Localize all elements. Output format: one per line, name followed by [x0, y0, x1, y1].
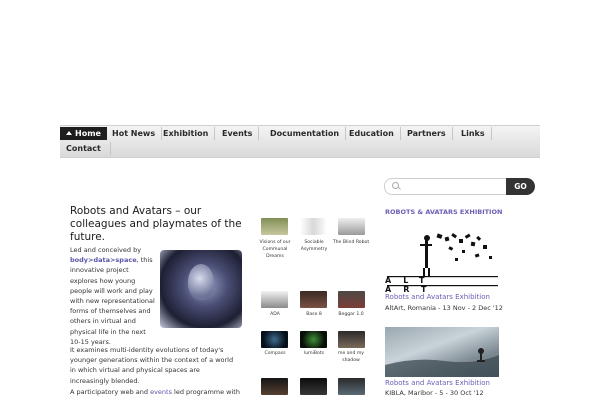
- thumb-row4-c[interactable]: [338, 378, 365, 395]
- thumb-lumibots[interactable]: [300, 331, 327, 348]
- nav-item-links[interactable]: Links: [455, 127, 492, 140]
- thumb-sociable[interactable]: [300, 218, 327, 235]
- thumb-caption[interactable]: ADA: [255, 311, 295, 318]
- sidebar-heading: ROBOTS & AVATARS EXHIBITION: [385, 208, 503, 216]
- main-nav: Home Hot News Exhibition Events Document…: [60, 125, 540, 158]
- search-input[interactable]: [384, 178, 508, 195]
- go-button[interactable]: GO: [506, 178, 535, 195]
- altart-exhibition-image[interactable]: ALT ART: [385, 230, 500, 294]
- nav-item-education[interactable]: Education: [343, 127, 401, 140]
- home-icon: [66, 131, 72, 135]
- nav-item-events[interactable]: Events: [216, 127, 260, 140]
- thumb-caption[interactable]: Base 8: [294, 311, 334, 318]
- nav-item-hot-news[interactable]: Hot News: [106, 127, 163, 140]
- thumb-beggar[interactable]: [338, 291, 365, 308]
- nav-item-documentation[interactable]: Documentation: [264, 127, 347, 140]
- intro-paragraph: Led and conceived by body>data>space, th…: [70, 246, 155, 346]
- thumb-row4-b[interactable]: [300, 378, 327, 395]
- altart-logo-text: ALT ART: [385, 276, 439, 294]
- avatar-face: [188, 264, 214, 300]
- nav-item-partners[interactable]: Partners: [401, 127, 453, 140]
- thumb-caption[interactable]: The Blind Robot: [331, 239, 371, 246]
- nav-item-exhibition[interactable]: Exhibition: [157, 127, 216, 140]
- thumb-caption[interactable]: me and my shadow: [331, 350, 371, 364]
- thumb-row4-a[interactable]: [261, 378, 288, 395]
- thumb-blind-robot[interactable]: [338, 218, 365, 235]
- second-paragraph: It examines multi-identity evolutions of…: [70, 346, 234, 385]
- exhibit1-subtitle: AltArt, Romania - 13 Nov - 2 Dec '12: [385, 304, 503, 312]
- thumb-caption[interactable]: Sociable Asymmetry: [294, 239, 334, 253]
- thumb-me-shadow[interactable]: [338, 331, 365, 348]
- thumb-visions[interactable]: [261, 218, 288, 235]
- bodydataspace-link[interactable]: body>data>space: [70, 256, 137, 264]
- kibla-exhibition-image[interactable]: [385, 327, 499, 377]
- thumb-compass[interactable]: [261, 331, 288, 348]
- thumb-base8[interactable]: [300, 291, 327, 308]
- search-icon: [392, 182, 399, 189]
- avatar-photo: [160, 250, 242, 328]
- exhibit2-subtitle: KIBLA, Maribor - 5 - 30 Oct '12: [385, 389, 484, 397]
- exhibit2-title[interactable]: Robots and Avatars Exhibition: [385, 379, 490, 387]
- events-link[interactable]: events: [150, 388, 172, 396]
- thumb-caption[interactable]: Beggar 1.0: [331, 311, 371, 318]
- nav-item-contact[interactable]: Contact: [60, 142, 111, 155]
- thumb-caption[interactable]: Visions of our Communal Dreams: [255, 239, 295, 260]
- exhibit1-title[interactable]: Robots and Avatars Exhibition: [385, 293, 490, 301]
- thumb-caption[interactable]: Compass: [255, 350, 295, 357]
- nav-item-home[interactable]: Home: [60, 127, 107, 140]
- article-title: Robots and Avatars – our colleagues and …: [70, 205, 242, 243]
- third-paragraph: A participatory web and events led progr…: [70, 388, 240, 396]
- thumb-ada[interactable]: [261, 291, 288, 308]
- thumb-caption[interactable]: lumiBots: [294, 350, 334, 357]
- kibla-robot-photo: [385, 348, 499, 377]
